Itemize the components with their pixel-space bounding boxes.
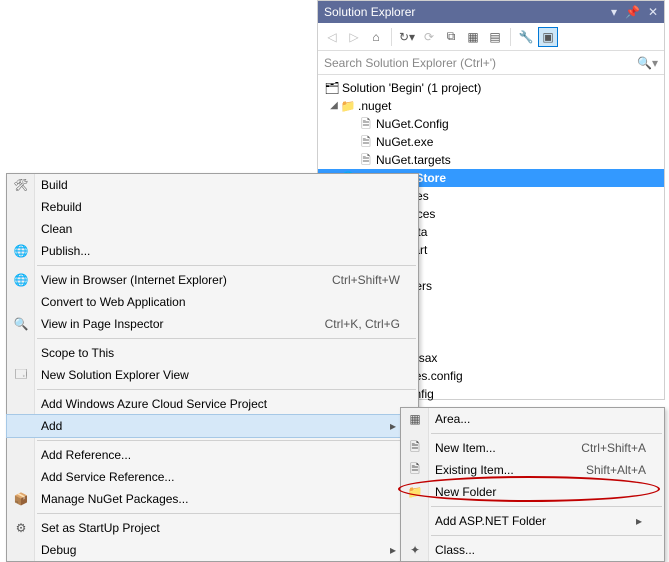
panel-toolbar: ◁ ▷ ⌂ ↻▾ ⟳ ⧉ ▦ ▤ 🔧 ▣ xyxy=(318,23,664,51)
submenu-arrow-icon: ▸ xyxy=(636,514,646,528)
separator xyxy=(37,265,416,266)
search-placeholder: Search Solution Explorer (Ctrl+') xyxy=(324,56,637,70)
existing-item-icon: 🗎 xyxy=(401,459,429,481)
submenu-asp-folder[interactable]: Add ASP.NET Folder▸ xyxy=(401,510,664,532)
panel-titlebar: Solution Explorer ▾ 📌 ✕ xyxy=(318,1,664,23)
submenu-class[interactable]: ✦Class... xyxy=(401,539,664,561)
menu-add[interactable]: Add▸ xyxy=(7,415,418,437)
home-icon[interactable]: ⌂ xyxy=(366,27,386,47)
menu-scope[interactable]: Scope to This xyxy=(7,342,418,364)
tree-node-nuget-exe[interactable]: 🗎NuGet.exe xyxy=(318,133,664,151)
menu-clean[interactable]: Clean xyxy=(7,218,418,240)
area-icon: ▦ xyxy=(401,408,429,430)
refresh-dropdown-icon[interactable]: ↻▾ xyxy=(397,27,417,47)
search-box[interactable]: Search Solution Explorer (Ctrl+') 🔍▾ xyxy=(318,51,664,75)
preview-icon[interactable]: ▤ xyxy=(485,27,505,47)
tree-node-nuget-targets[interactable]: 🗎NuGet.targets xyxy=(318,151,664,169)
collapse-all-icon[interactable]: ⧉ xyxy=(441,27,461,47)
separator xyxy=(431,433,662,434)
tree-node-nuget[interactable]: ◢📁.nuget xyxy=(318,97,664,115)
folder-icon: 📁 xyxy=(340,98,356,114)
submenu-area[interactable]: ▦Area... xyxy=(401,408,664,430)
separator xyxy=(431,506,662,507)
sync-icon[interactable]: ⟳ xyxy=(419,27,439,47)
submenu-new-item[interactable]: 🗎New Item...Ctrl+Shift+A xyxy=(401,437,664,459)
properties-icon[interactable]: 🔧 xyxy=(516,27,536,47)
menu-add-service-reference[interactable]: Add Service Reference... xyxy=(7,466,418,488)
publish-icon: 🌐 xyxy=(7,240,35,262)
menu-debug[interactable]: Debug▸ xyxy=(7,539,418,561)
menu-add-reference[interactable]: Add Reference... xyxy=(7,444,418,466)
search-icon[interactable]: 🔍▾ xyxy=(637,56,658,70)
submenu-arrow-icon: ▸ xyxy=(390,543,400,557)
separator xyxy=(37,389,416,390)
separator xyxy=(37,440,416,441)
close-icon[interactable]: ✕ xyxy=(648,1,658,23)
show-all-icon[interactable]: ▦ xyxy=(463,27,483,47)
submenu-arrow-icon: ▸ xyxy=(390,419,400,433)
menu-publish[interactable]: 🌐Publish... xyxy=(7,240,418,262)
menu-page-inspector[interactable]: 🔍View in Page InspectorCtrl+K, Ctrl+G xyxy=(7,313,418,335)
browser-icon: 🌐 xyxy=(7,269,35,291)
menu-startup[interactable]: ⚙Set as StartUp Project xyxy=(7,517,418,539)
new-item-icon: 🗎 xyxy=(401,437,429,459)
dropdown-icon[interactable]: ▾ xyxy=(611,1,617,23)
file-icon: 🗎 xyxy=(358,152,374,168)
solution-node[interactable]: 🗂Solution 'Begin' (1 project) xyxy=(318,79,664,97)
separator xyxy=(37,338,416,339)
build-icon: 🛠 xyxy=(7,174,35,196)
menu-add-azure[interactable]: Add Windows Azure Cloud Service Project xyxy=(7,393,418,415)
file-icon: 🗎 xyxy=(358,116,374,132)
submenu-existing-item[interactable]: 🗎Existing Item...Shift+Alt+A xyxy=(401,459,664,481)
file-icon: 🗎 xyxy=(358,134,374,150)
menu-rebuild[interactable]: Rebuild xyxy=(7,196,418,218)
selected-preview-icon[interactable]: ▣ xyxy=(538,27,558,47)
separator xyxy=(431,535,662,536)
class-icon: ✦ xyxy=(401,539,429,561)
menu-build[interactable]: 🛠Build xyxy=(7,174,418,196)
panel-title: Solution Explorer xyxy=(324,1,415,23)
gear-icon: ⚙ xyxy=(7,517,35,539)
new-folder-icon: 📁 xyxy=(401,481,429,503)
inspector-icon: 🔍 xyxy=(7,313,35,335)
pin-icon[interactable]: 📌 xyxy=(625,1,640,23)
new-view-icon: 🗔 xyxy=(7,364,35,386)
submenu-new-folder[interactable]: 📁New Folder xyxy=(401,481,664,503)
add-submenu: ▦Area... 🗎New Item...Ctrl+Shift+A 🗎Exist… xyxy=(400,407,665,562)
context-menu: 🛠Build Rebuild Clean 🌐Publish... 🌐View i… xyxy=(6,173,419,562)
menu-new-view[interactable]: 🗔New Solution Explorer View xyxy=(7,364,418,386)
solution-icon: 🗂 xyxy=(324,80,340,96)
menu-manage-nuget[interactable]: 📦Manage NuGet Packages... xyxy=(7,488,418,510)
separator xyxy=(37,513,416,514)
nuget-icon: 📦 xyxy=(7,488,35,510)
forward-icon[interactable]: ▷ xyxy=(344,27,364,47)
menu-view-browser[interactable]: 🌐View in Browser (Internet Explorer)Ctrl… xyxy=(7,269,418,291)
tree-node-nuget-config[interactable]: 🗎NuGet.Config xyxy=(318,115,664,133)
back-icon[interactable]: ◁ xyxy=(322,27,342,47)
menu-convert[interactable]: Convert to Web Application xyxy=(7,291,418,313)
